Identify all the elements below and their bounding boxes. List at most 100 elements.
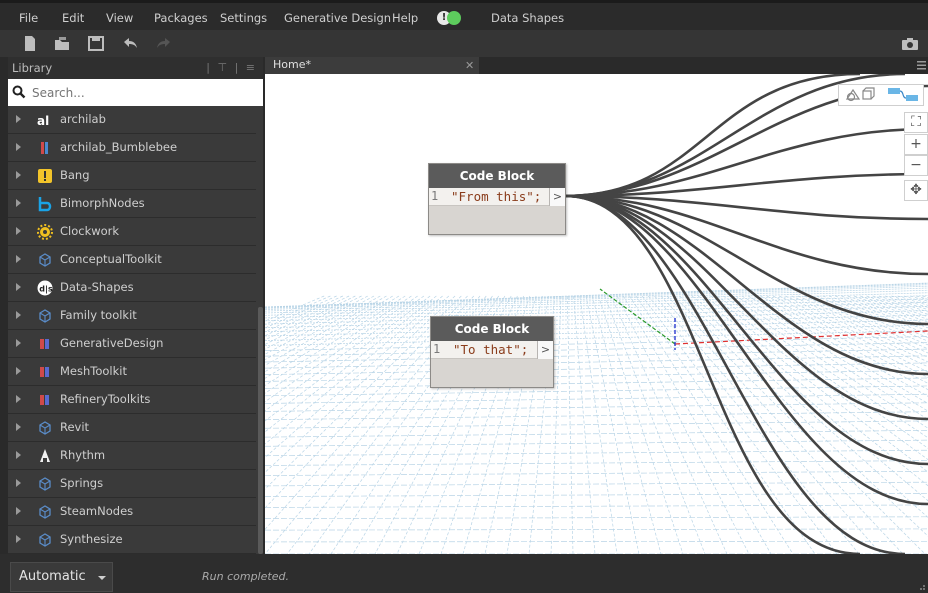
library-item[interactable]: Bang <box>8 162 256 190</box>
library-item-label: RefineryToolkits <box>60 392 151 406</box>
expand-arrow-icon[interactable] <box>16 339 21 347</box>
expand-arrow-icon[interactable] <box>16 143 21 151</box>
library-panel: Library | ⊤ | ≡ al archilab archilab_Bumbl… <box>8 57 263 554</box>
library-item[interactable]: BimorphNodes <box>8 190 256 218</box>
menu-generative-design[interactable]: Generative Design <box>284 11 391 25</box>
save-icon[interactable] <box>86 34 106 53</box>
output-port[interactable]: > <box>549 188 565 206</box>
code-block-node-from[interactable]: Code Block 1 "From this"; > <box>428 163 566 235</box>
zoom-out-button[interactable]: − <box>904 155 928 176</box>
code-editor-line[interactable]: 1 "To that"; <box>431 341 537 359</box>
run-mode-dropdown[interactable]: Automatic <box>10 562 113 592</box>
code-text[interactable]: "From this"; <box>451 189 541 204</box>
menu-help[interactable]: Help <box>392 11 418 25</box>
expand-arrow-icon[interactable] <box>16 283 21 291</box>
code-editor-line[interactable]: 1 "From this"; <box>429 188 549 206</box>
output-port[interactable]: > <box>537 341 553 359</box>
zoom-fit-button[interactable]: ⛶ <box>904 112 928 133</box>
ground-grid <box>265 282 928 554</box>
open-file-icon[interactable] <box>52 34 72 53</box>
library-package-list: al archilab archilab_Bumblebee Bang BimorphN… <box>8 106 256 554</box>
background-3d-preview <box>265 74 928 554</box>
expand-arrow-icon[interactable] <box>16 423 21 431</box>
pan-button[interactable]: ✥ <box>904 180 928 201</box>
menu-view[interactable]: View <box>106 11 133 25</box>
screenshot-camera-icon[interactable] <box>900 34 920 53</box>
rhythm-icon <box>37 448 53 464</box>
graph-view-button[interactable] <box>882 85 925 105</box>
library-item[interactable]: d|s Data-Shapes <box>8 274 256 302</box>
geometry-view-icon <box>845 87 875 102</box>
code-text[interactable]: "To that"; <box>453 342 528 357</box>
workspace-tab-bar: Home* ✕ <box>265 57 928 74</box>
geometry-view-button[interactable] <box>839 85 882 105</box>
menu-file[interactable]: File <box>19 11 38 25</box>
view-mode-toggle <box>838 84 924 106</box>
expand-arrow-icon[interactable] <box>16 227 21 235</box>
library-item[interactable]: MeshToolkit <box>8 358 256 386</box>
menu-packages[interactable]: Packages <box>154 11 208 25</box>
library-item[interactable]: GenerativeDesign <box>8 330 256 358</box>
library-search-box[interactable] <box>8 79 263 106</box>
package-icon <box>37 252 53 268</box>
library-item-label: GenerativeDesign <box>60 336 164 350</box>
library-item-label: BimorphNodes <box>60 196 145 210</box>
line-number: 1 <box>433 342 441 356</box>
library-item[interactable]: RefineryToolkits <box>8 386 256 414</box>
tab-home-label: Home* <box>273 58 311 71</box>
library-item[interactable]: Rhythm <box>8 442 256 470</box>
undo-icon[interactable] <box>120 34 140 53</box>
library-item[interactable]: Revit <box>8 414 256 442</box>
svg-text:al: al <box>37 114 49 128</box>
library-item-label: Clockwork <box>60 224 120 238</box>
bumblebee-icon <box>37 140 53 156</box>
expand-arrow-icon[interactable] <box>16 395 21 403</box>
library-item[interactable]: SteamNodes <box>8 498 256 526</box>
expand-arrow-icon[interactable] <box>16 199 21 207</box>
resize-grip-icon[interactable] <box>918 583 926 591</box>
library-scrollbar[interactable] <box>258 307 263 554</box>
expand-arrow-icon[interactable] <box>16 535 21 543</box>
data-shapes-icon: d|s <box>37 280 53 296</box>
generative-design-icon <box>37 336 53 352</box>
zoom-in-button[interactable]: + <box>904 134 928 155</box>
library-item[interactable]: archilab_Bumblebee <box>8 134 256 162</box>
menu-settings[interactable]: Settings <box>220 11 267 25</box>
package-icon <box>37 308 53 324</box>
expand-arrow-icon[interactable] <box>16 367 21 375</box>
code-block-node-to[interactable]: Code Block 1 "To that"; > <box>430 316 554 388</box>
redo-icon[interactable] <box>154 34 174 53</box>
library-item[interactable]: ConceptualToolkit <box>8 246 256 274</box>
library-item[interactable]: Synthesize <box>8 526 256 554</box>
expand-arrow-icon[interactable] <box>16 171 21 179</box>
notification-indicator[interactable]: ! <box>437 11 463 25</box>
library-item[interactable]: Clockwork <box>8 218 256 246</box>
new-file-icon[interactable] <box>20 34 40 53</box>
svg-text:d|s: d|s <box>39 285 53 294</box>
menu-data-shapes[interactable]: Data Shapes <box>491 11 564 25</box>
node-title: Code Block <box>431 317 553 341</box>
library-item[interactable]: Family toolkit <box>8 302 256 330</box>
toolbar <box>0 30 928 57</box>
library-item[interactable]: Springs <box>8 470 256 498</box>
expand-arrow-icon[interactable] <box>16 479 21 487</box>
library-item[interactable]: al archilab <box>8 106 256 134</box>
expand-arrow-icon[interactable] <box>16 255 21 263</box>
generative-design-icon <box>37 392 53 408</box>
close-icon[interactable]: ✕ <box>465 59 474 72</box>
notification-ok-icon <box>447 11 461 25</box>
menu-edit[interactable]: Edit <box>62 11 84 25</box>
graph-canvas[interactable]: Code Block 1 "From this"; > Code Block 1… <box>265 74 928 554</box>
expand-arrow-icon[interactable] <box>16 451 21 459</box>
expand-arrow-icon[interactable] <box>16 115 21 123</box>
package-icon <box>37 504 53 520</box>
library-item-label: ConceptualToolkit <box>60 252 162 266</box>
search-input[interactable] <box>32 83 252 102</box>
clockwork-gear-icon <box>37 224 53 240</box>
tab-menu-icon[interactable] <box>917 59 926 71</box>
tab-home[interactable]: Home* ✕ <box>265 57 479 74</box>
bang-icon <box>37 168 53 184</box>
expand-arrow-icon[interactable] <box>16 507 21 515</box>
library-filter-layout-icons[interactable]: | ⊤ | ≡ <box>206 61 257 74</box>
expand-arrow-icon[interactable] <box>16 311 21 319</box>
